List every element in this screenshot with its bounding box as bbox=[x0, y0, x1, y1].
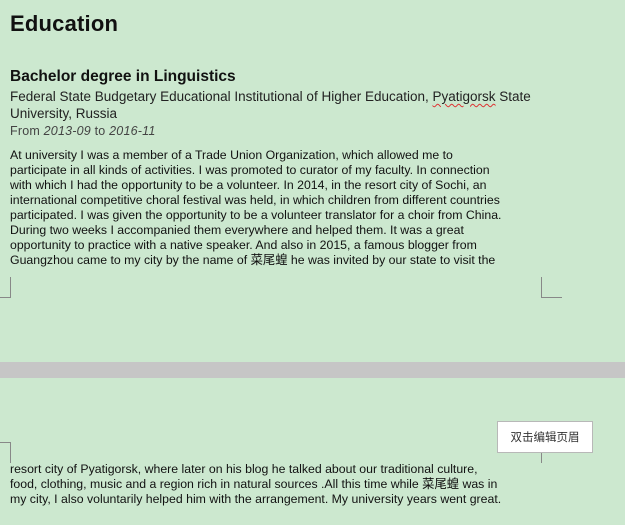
page-break-gap bbox=[0, 362, 625, 378]
dates-from-label: From bbox=[10, 124, 40, 138]
dates-to-label: to bbox=[94, 124, 106, 138]
margin-corner-top-left bbox=[0, 442, 11, 463]
text-line: During two weeks I accompanied them ever… bbox=[10, 223, 464, 237]
text-line: opportunity to practice with a native sp… bbox=[10, 238, 477, 252]
edit-header-button[interactable]: 双击编辑页眉 bbox=[497, 421, 593, 453]
text-line: with which I had the opportunity to be a… bbox=[10, 178, 487, 192]
text-line: resort city of Pyatigorsk, where later o… bbox=[10, 462, 478, 476]
text-line: Guangzhou came to my city by the name of… bbox=[10, 253, 496, 267]
end-date: 2016-11 bbox=[109, 124, 156, 138]
text-line: participate in all kinds of activities. … bbox=[10, 163, 490, 177]
institution-city: Pyatigorsk bbox=[432, 89, 496, 104]
text-line: my city, I also voluntarily helped him w… bbox=[10, 492, 502, 506]
description-page-1: At university I was a member of a Trade … bbox=[10, 148, 570, 268]
study-dates: From 2013-09 to 2016-11 bbox=[10, 124, 156, 138]
text-line: international competitive choral festiva… bbox=[10, 193, 500, 207]
institution-name: Federal State Budgetary Educational Inst… bbox=[10, 89, 550, 122]
document-page-1: Education Bachelor degree in Linguistics… bbox=[0, 0, 625, 362]
text-line: participated. I was given the opportunit… bbox=[10, 208, 502, 222]
margin-corner-bottom-right bbox=[541, 277, 562, 298]
institution-main: Federal State Budgetary Educational Inst… bbox=[10, 89, 433, 104]
start-date: 2013-09 bbox=[43, 124, 91, 138]
degree-title: Bachelor degree in Linguistics bbox=[10, 68, 236, 85]
description-page-2: resort city of Pyatigorsk, where later o… bbox=[10, 462, 570, 507]
text-line: food, clothing, music and a region rich … bbox=[10, 477, 498, 491]
text-line: At university I was a member of a Trade … bbox=[10, 148, 453, 162]
section-heading: Education bbox=[10, 11, 119, 36]
margin-corner-bottom-left bbox=[0, 277, 11, 298]
